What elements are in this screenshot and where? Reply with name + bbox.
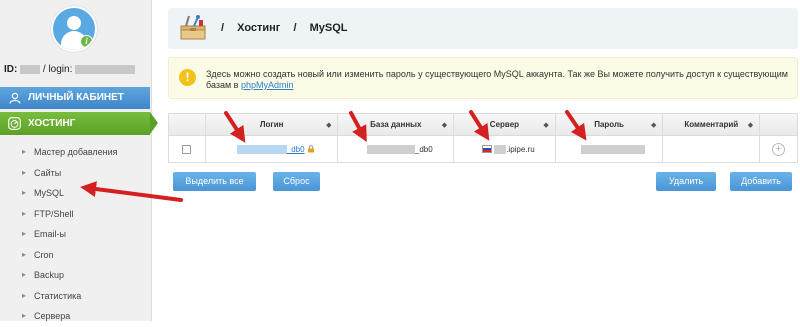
arrow-to-database: [349, 111, 367, 143]
annotation-arrows: [80, 110, 587, 202]
arrow-to-server: [469, 110, 490, 141]
arrow-to-login: [224, 111, 246, 143]
arrow-to-password: [565, 110, 587, 141]
arrow-to-mysql: [80, 181, 183, 202]
